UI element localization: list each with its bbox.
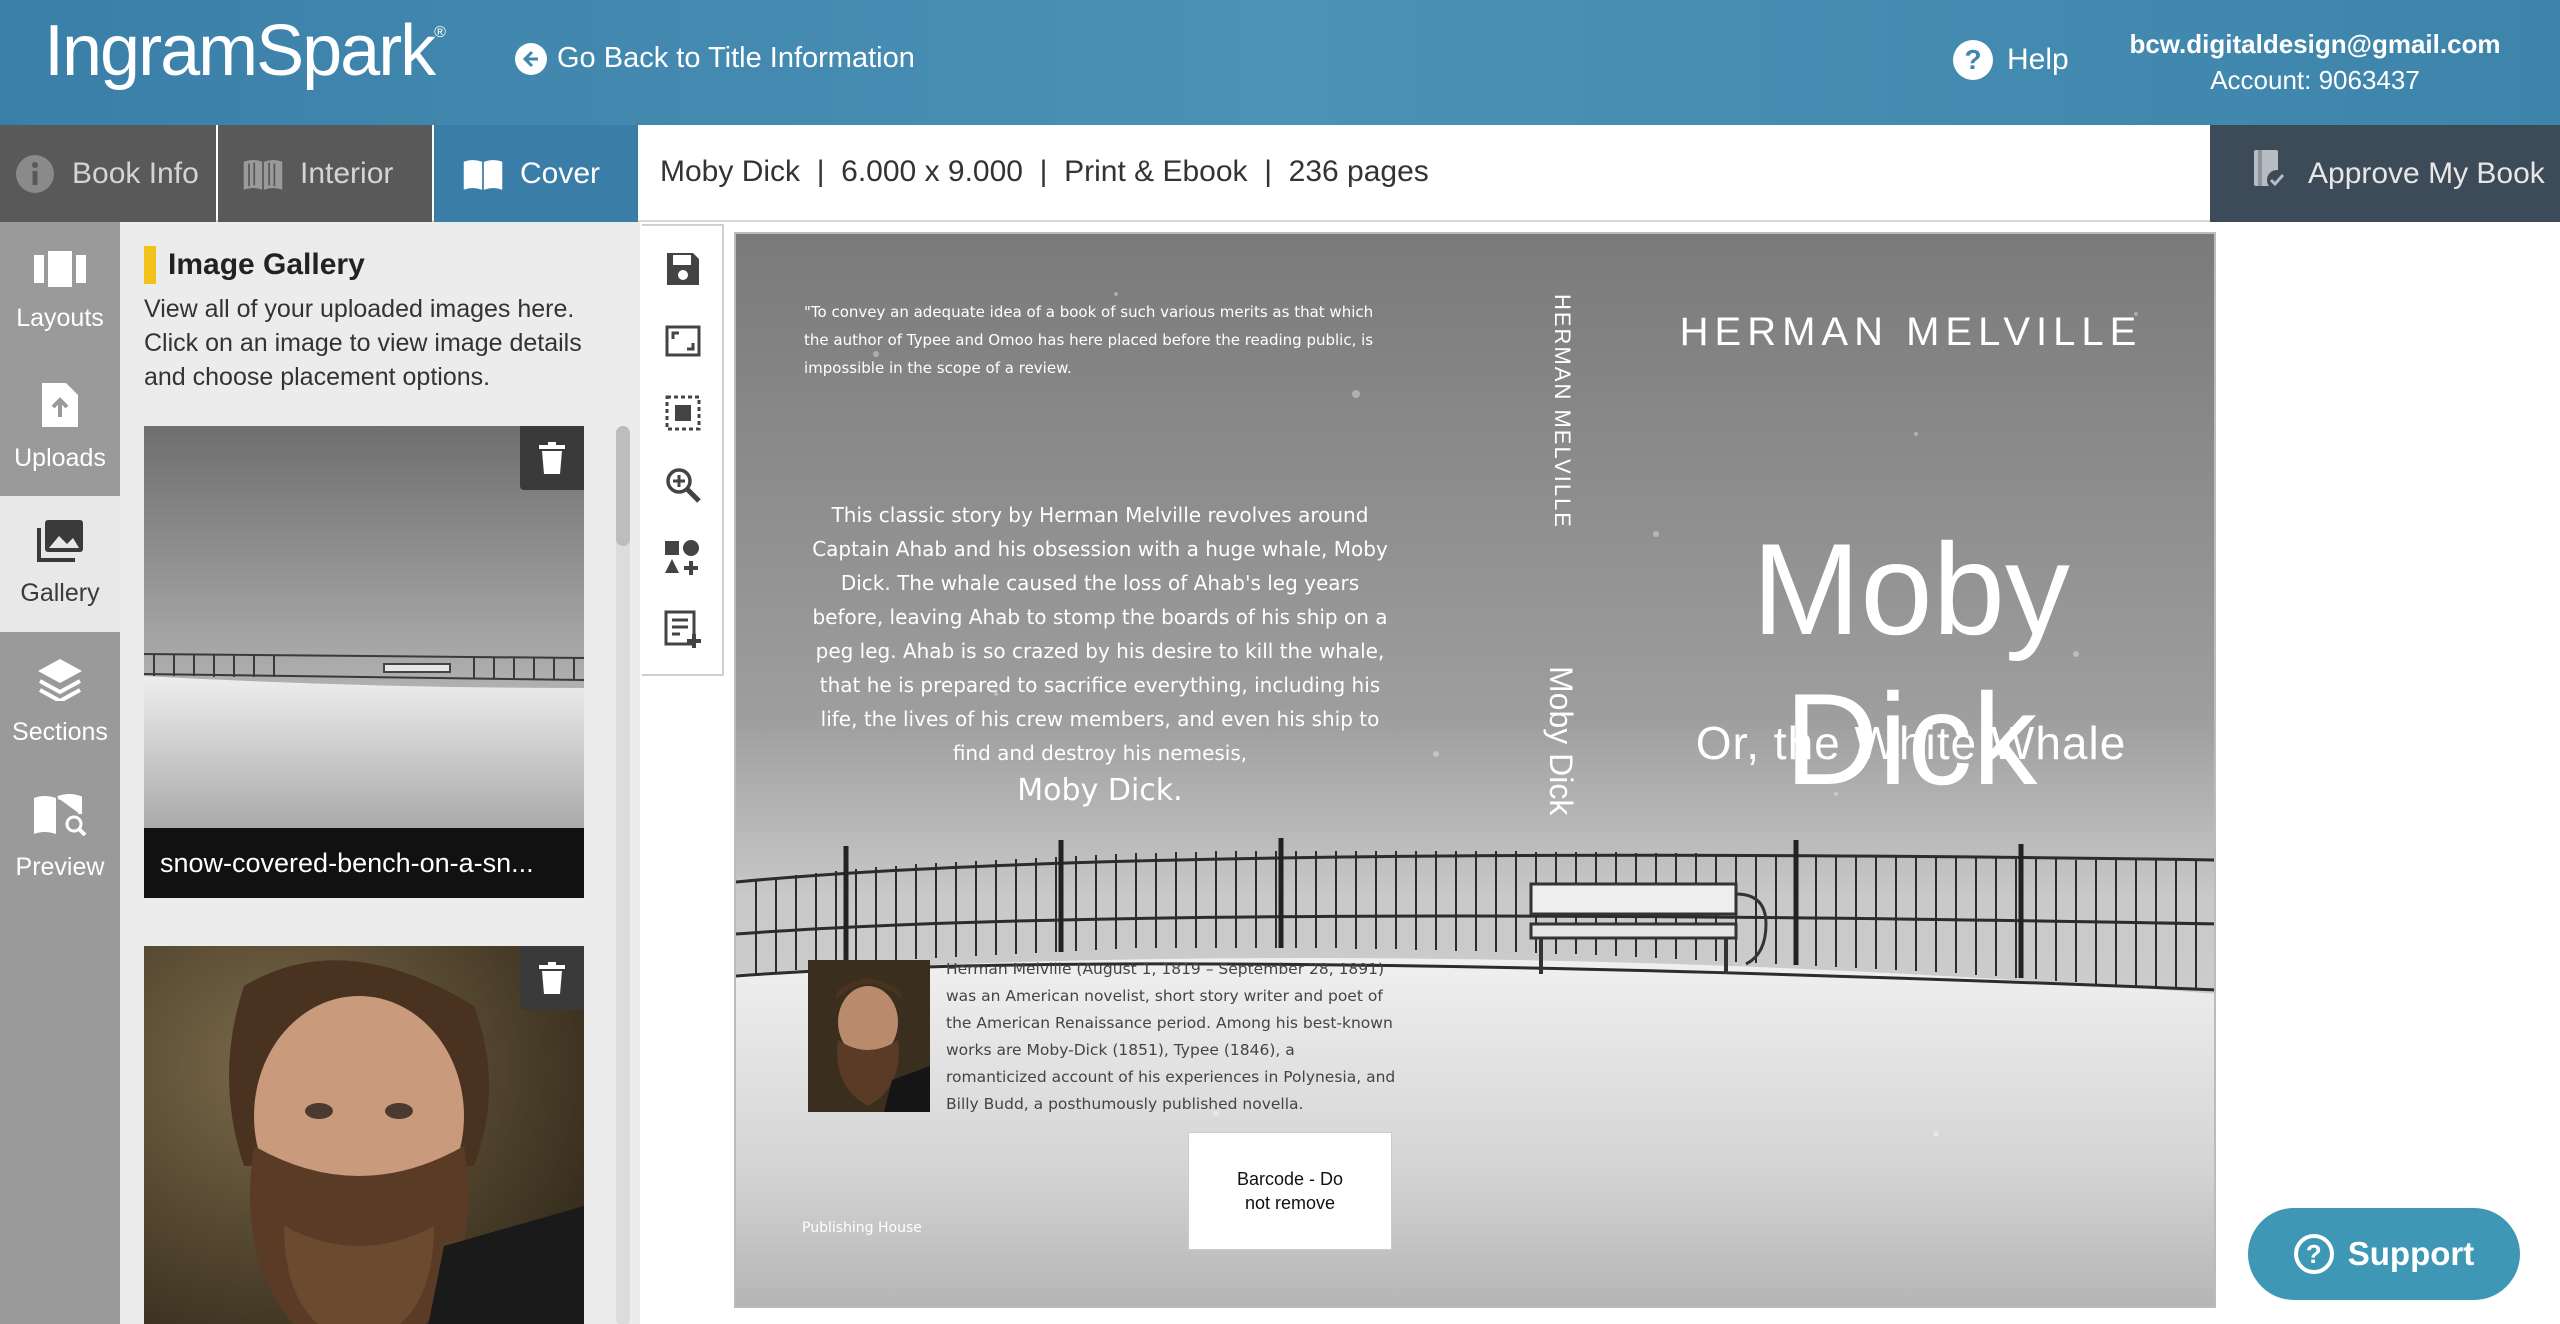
delete-image-button[interactable] (520, 426, 584, 490)
front-cover-subtitle[interactable]: Or, the White Whale (1616, 716, 2206, 770)
top-header: IngramSpark® Go Back to Title Informatio… (0, 0, 2560, 125)
info-icon (14, 153, 56, 195)
save-tool-button[interactable] (660, 246, 706, 292)
account-number: Account: 9063437 (2210, 65, 2420, 95)
rail-label: Uploads (14, 444, 106, 472)
fit-to-page-tool-button[interactable] (660, 318, 706, 364)
tab-label: Book Info (72, 156, 199, 190)
gallery-scrollbar[interactable] (616, 426, 630, 1324)
image-gallery-panel: Image Gallery View all of your uploaded … (120, 222, 640, 1324)
zoom-in-icon (666, 468, 701, 503)
question-circle-icon: ? (2293, 1234, 2334, 1274)
tab-label: Interior (300, 156, 394, 190)
preview-icon (32, 794, 88, 843)
go-back-label: Go Back to Title Information (557, 42, 915, 74)
open-book-icon (242, 153, 284, 195)
save-icon (667, 253, 699, 285)
add-text-tool-button[interactable] (660, 606, 706, 652)
barcode-placeholder: Barcode - Do not remove (1188, 1132, 1392, 1250)
support-button[interactable]: ? Support (2248, 1208, 2520, 1300)
gallery-title: Image Gallery (168, 248, 365, 281)
gallery-heading: Image Gallery (144, 246, 365, 284)
tab-label: Cover (520, 156, 601, 190)
author-photo[interactable] (808, 960, 930, 1112)
blurb-text: This classic story by Herman Melville re… (812, 503, 1388, 765)
approve-label: Approve My Book (2308, 156, 2545, 190)
gallery-scrollbar-thumb[interactable] (616, 426, 630, 546)
spine-author-text: HERMAN MELVILLE (1550, 294, 1575, 529)
editor-toolbar (642, 224, 724, 676)
gallery-description: View all of your uploaded images here. C… (144, 295, 582, 391)
cover-book-icon (462, 153, 504, 195)
rail-label: Sections (12, 718, 108, 746)
book-meta-summary: Moby Dick | 6.000 x 9.000 | Print & Eboo… (660, 155, 1429, 188)
approve-my-book-button[interactable]: Approve My Book (2210, 125, 2560, 222)
melville-portrait-thumbnail (144, 946, 584, 1324)
cover-editor-canvas: "To convey an adequate idea of a book of… (640, 222, 2560, 1324)
back-cover-quote[interactable]: "To convey an adequate idea of a book of… (804, 298, 1384, 382)
shapes-add-icon (665, 540, 699, 575)
layouts-icon (34, 251, 86, 294)
publisher-name[interactable]: Publishing House (802, 1220, 922, 1236)
trash-icon (539, 442, 565, 474)
add-shape-tool-button[interactable] (660, 534, 706, 580)
gallery-image-portrait[interactable] (144, 946, 584, 1324)
select-area-icon (665, 395, 701, 431)
add-text-icon (664, 610, 701, 648)
account-email: bcw.digitaldesign@gmail.com (2129, 29, 2501, 59)
tab-bar: Book Info Interior Cover Moby Dick | 6.0… (0, 125, 2560, 222)
spine-title-text: Moby Dick (1543, 666, 1579, 816)
image-caption: snow-covered-bench-on-a-sn... (144, 828, 584, 898)
help-label: Help (2007, 43, 2069, 76)
question-circle-icon: ? (1953, 40, 1993, 80)
rail-gallery[interactable]: Gallery (0, 496, 120, 632)
approve-book-icon (2250, 148, 2290, 200)
upload-icon (42, 383, 78, 434)
fit-screen-icon (665, 325, 701, 357)
accent-bar (144, 246, 156, 284)
book-cover-preview[interactable]: "To convey an adequate idea of a book of… (734, 232, 2216, 1308)
select-area-tool-button[interactable] (660, 390, 706, 436)
tab-interior[interactable]: Interior (218, 125, 432, 222)
front-cover-author[interactable]: HERMAN MELVILLE (1616, 310, 2206, 355)
back-cover-blurb[interactable]: This classic story by Herman Melville re… (810, 498, 1390, 808)
rail-preview[interactable]: Preview (0, 770, 120, 906)
ingramspark-logo[interactable]: IngramSpark® (44, 10, 446, 92)
tab-cover[interactable]: Cover (434, 125, 638, 222)
layers-icon (36, 657, 84, 708)
gallery-icon (37, 520, 83, 569)
registered-mark: ® (434, 24, 446, 41)
spine-title[interactable]: Moby Dick (1541, 666, 1581, 826)
author-bio[interactable]: Herman Melville (August 1, 1819 – Septem… (946, 956, 1396, 1118)
blurb-end-text: Moby Dick. (1017, 773, 1183, 808)
rail-layouts[interactable]: Layouts (0, 224, 120, 360)
support-label: Support (2347, 1235, 2475, 1272)
spine-author[interactable]: HERMAN MELVILLE (1541, 294, 1581, 529)
account-info[interactable]: bcw.digitaldesign@gmail.com Account: 906… (2120, 26, 2510, 98)
trash-icon (539, 962, 565, 994)
help-link[interactable]: ? Help (1953, 40, 2069, 80)
rail-label: Preview (15, 853, 105, 881)
gallery-image-bench[interactable]: snow-covered-bench-on-a-sn... (144, 426, 584, 898)
rail-label: Gallery (20, 579, 100, 607)
author-portrait-image (808, 960, 930, 1112)
tab-book-info[interactable]: Book Info (0, 125, 216, 222)
delete-image-button[interactable] (520, 946, 584, 1010)
rail-sections[interactable]: Sections (0, 634, 120, 770)
rail-label: Layouts (16, 304, 104, 332)
arrow-left-circle-icon (515, 42, 547, 75)
zoom-tool-button[interactable] (660, 462, 706, 508)
rail-uploads[interactable]: Uploads (0, 360, 120, 496)
logo-text: IngramSpark (44, 11, 436, 91)
left-rail: Layouts Uploads Gallery Sections Preview (0, 222, 120, 1324)
go-back-link[interactable]: Go Back to Title Information (515, 42, 915, 75)
